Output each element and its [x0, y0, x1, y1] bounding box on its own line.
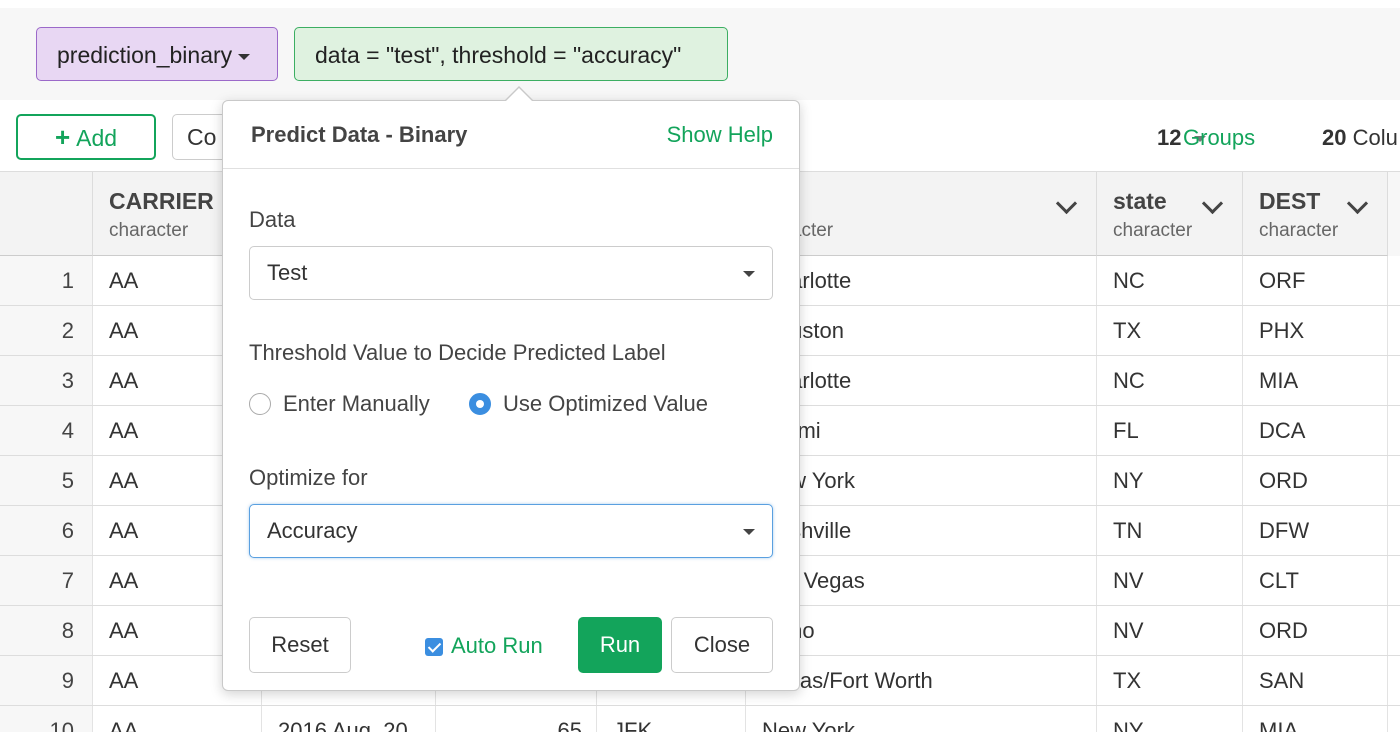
auto-run-checkbox[interactable]	[425, 638, 443, 656]
command-name-button[interactable]: prediction_binary	[36, 27, 278, 81]
row-number: 4	[0, 406, 93, 455]
cell-state: NC	[1097, 356, 1243, 405]
groups-label: Groups	[1183, 125, 1256, 150]
column-name: state	[1113, 188, 1167, 214]
cell-date: 2016 Aug, 20	[262, 706, 436, 732]
command-bar: prediction_binary data = "test", thresho…	[0, 0, 1400, 100]
cell-state: FL	[1097, 406, 1243, 455]
caret-down-icon	[238, 53, 251, 60]
column-header-dest[interactable]: DEST character	[1243, 172, 1388, 256]
run-button[interactable]: Run	[578, 617, 662, 673]
cell-state: NV	[1097, 606, 1243, 655]
command-args-button[interactable]: data = "test", threshold = "accuracy"	[294, 27, 728, 81]
radio-enter-manually[interactable]	[249, 393, 271, 415]
data-select[interactable]: Test	[249, 246, 773, 300]
popover-arrow-fill	[506, 88, 532, 101]
cell-dest: MIA	[1243, 356, 1388, 405]
close-button[interactable]: Close	[671, 617, 773, 673]
row-number: 8	[0, 606, 93, 655]
optimize-for-label: Optimize for	[249, 465, 368, 490]
cell-dest: ORF	[1243, 256, 1388, 305]
cell-state: TX	[1097, 306, 1243, 355]
row-number: 2	[0, 306, 93, 355]
cell-dest: MIA	[1243, 706, 1388, 732]
dialog-title: Predict Data - Binary	[251, 122, 468, 147]
reset-button[interactable]: Reset	[249, 617, 351, 673]
row-number: 10	[0, 706, 93, 732]
dropdown-arrow-icon	[743, 529, 755, 535]
toolbar-secondary-label: Co	[187, 124, 217, 150]
command-args: data = "test", threshold = "accuracy"	[315, 42, 682, 68]
cell-state: NV	[1097, 556, 1243, 605]
column-type: character	[1259, 220, 1339, 241]
radio-enter-manually-label[interactable]: Enter Manually	[283, 391, 430, 417]
add-button[interactable]: + Add	[16, 114, 156, 160]
cell-dest: PHX	[1243, 306, 1388, 355]
column-header-state[interactable]: state character	[1097, 172, 1243, 256]
row-number: 7	[0, 556, 93, 605]
threshold-label: Threshold Value to Decide Predicted Labe…	[249, 340, 666, 365]
add-button-label: Add	[76, 125, 118, 151]
cell-dest: ORD	[1243, 456, 1388, 505]
data-select-value: Test	[267, 260, 308, 285]
cell-dest: SAN	[1243, 656, 1388, 705]
groups-count: 12	[1157, 125, 1182, 150]
column-name: CARRIER	[109, 188, 214, 214]
cell-dest: DFW	[1243, 506, 1388, 555]
chevron-down-icon[interactable]	[1201, 192, 1224, 215]
dropdown-arrow-icon	[743, 271, 755, 277]
data-label: Data	[249, 207, 296, 232]
show-help-link[interactable]: Show Help	[667, 122, 773, 148]
cell-dest: DCA	[1243, 406, 1388, 455]
divider	[223, 168, 799, 169]
groups-dropdown[interactable]: 12 Groups	[1157, 125, 1255, 151]
chevron-down-icon[interactable]	[1055, 192, 1078, 215]
cell-state: TX	[1097, 656, 1243, 705]
auto-run-label[interactable]: Auto Run	[451, 633, 543, 659]
columns-label: Colu	[1352, 125, 1398, 150]
row-number: 5	[0, 456, 93, 505]
cell-state: NY	[1097, 456, 1243, 505]
row-number: 6	[0, 506, 93, 555]
radio-use-optimized[interactable]	[469, 393, 491, 415]
plus-icon: +	[54, 122, 71, 152]
chevron-down-icon[interactable]	[1346, 192, 1369, 215]
cell-carrier: AA	[93, 706, 262, 732]
column-type: character	[1113, 220, 1193, 241]
row-number: 1	[0, 256, 93, 305]
column-type: character	[109, 220, 189, 241]
radio-use-optimized-label[interactable]: Use Optimized Value	[503, 391, 708, 417]
row-number: 3	[0, 356, 93, 405]
columns-dropdown[interactable]: 20 Colu	[1322, 125, 1398, 151]
cell-dest: CLT	[1243, 556, 1388, 605]
optimize-select-value: Accuracy	[267, 518, 358, 543]
row-number: 9	[0, 656, 93, 705]
columns-count: 20	[1322, 125, 1347, 150]
column-name: DEST	[1259, 188, 1321, 214]
cell-origin: JFK	[597, 706, 746, 732]
cell-city: New York	[746, 706, 1097, 732]
row-number-header	[0, 172, 93, 256]
cell-state: NY	[1097, 706, 1243, 732]
cell-state: NC	[1097, 256, 1243, 305]
cell-state: TN	[1097, 506, 1243, 555]
table-row: 10 AA 2016 Aug, 20 65 JFK New York NY MI…	[0, 706, 1400, 732]
optimize-for-select[interactable]: Accuracy	[249, 504, 773, 558]
cell-dest: ORD	[1243, 606, 1388, 655]
command-name: prediction_binary	[57, 42, 233, 68]
predict-data-dialog: Predict Data - Binary Show Help Data Tes…	[222, 86, 800, 691]
cell-number: 65	[436, 706, 597, 732]
